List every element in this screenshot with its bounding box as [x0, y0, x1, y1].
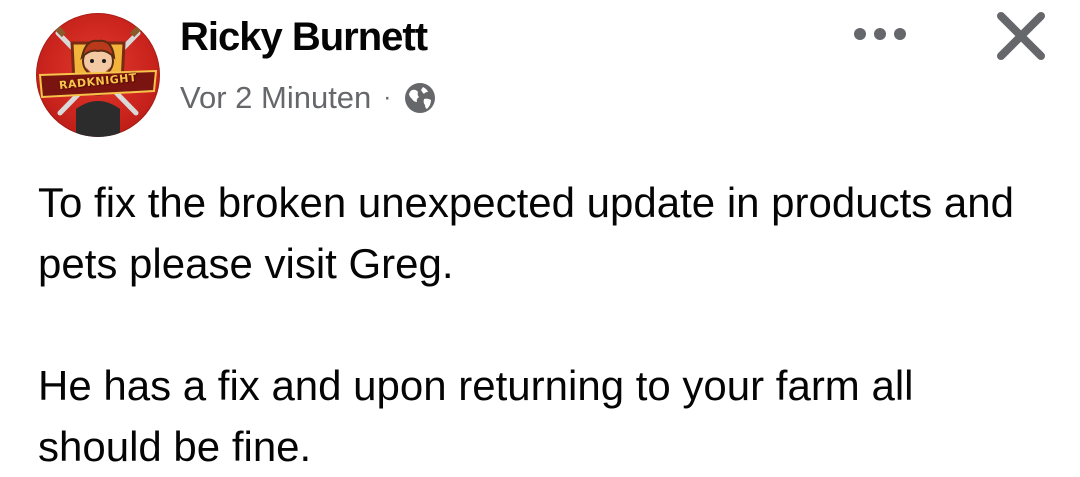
- more-options-button[interactable]: [850, 14, 910, 54]
- globe-icon[interactable]: [403, 81, 437, 115]
- post-paragraph: He has a fix and upon returning to your …: [38, 362, 914, 470]
- avatar[interactable]: RADKNIGHT: [36, 13, 160, 137]
- more-options-icon: [854, 28, 906, 40]
- post-paragraph: To fix the broken unexpected update in p…: [38, 179, 1015, 287]
- close-icon: [997, 12, 1045, 60]
- author-name[interactable]: Ricky Burnett: [180, 14, 428, 60]
- timestamp[interactable]: Vor 2 Minuten: [180, 80, 371, 116]
- post-card: RADKNIGHT Ricky Burnett Vor 2 Minuten · …: [0, 0, 1080, 473]
- meta-separator: ·: [383, 84, 392, 111]
- close-button[interactable]: [988, 6, 1054, 66]
- post-body: To fix the broken unexpected update in p…: [38, 172, 1048, 477]
- post-meta: Vor 2 Minuten ·: [180, 78, 437, 118]
